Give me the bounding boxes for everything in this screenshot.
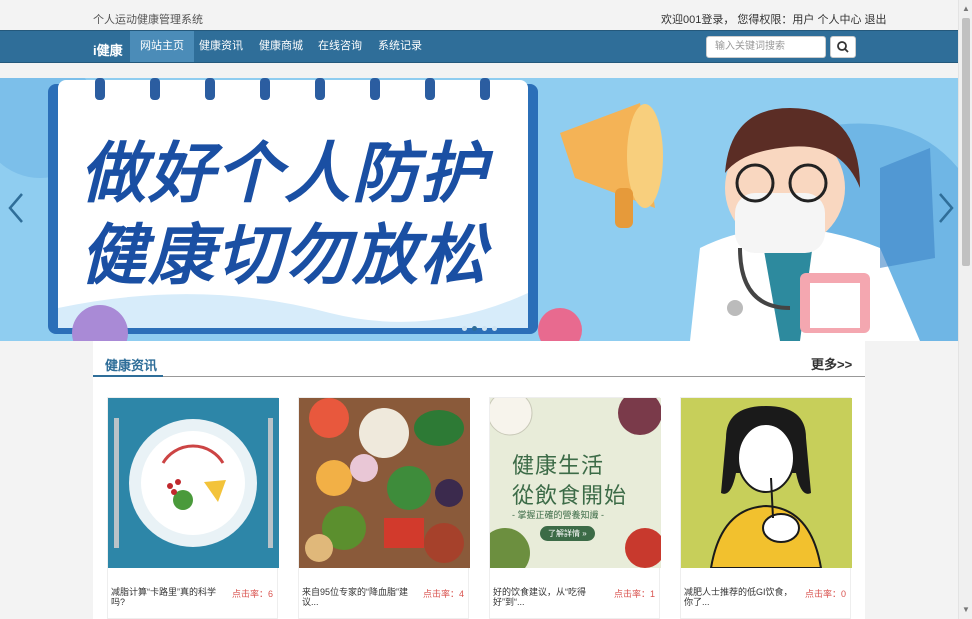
top-strip: 个人运动健康管理系统 欢迎001登录， 您得权限：用户 个人中心 退出 bbox=[0, 0, 958, 30]
role-text: 您得权限：用户 bbox=[737, 14, 815, 26]
news-thumbnail[interactable] bbox=[299, 398, 470, 568]
news-card-title[interactable]: 减肥人士推荐的低GI饮食，你了... bbox=[684, 587, 794, 607]
nav-health-mall[interactable]: 健康商城 bbox=[249, 31, 313, 62]
brand-logo[interactable]: i健康 bbox=[93, 40, 123, 59]
search-icon bbox=[837, 41, 849, 53]
health-news-panel: 健康资讯 更多>> 减脂计算“卡路里”真的科学吗? 点击率：6 来自95位专家的… bbox=[93, 341, 865, 619]
search-button[interactable] bbox=[830, 36, 856, 58]
news-thumbnail[interactable] bbox=[108, 398, 279, 568]
scroll-down-icon[interactable]: ▼ bbox=[962, 605, 970, 614]
divider bbox=[93, 376, 865, 377]
site-name: 个人运动健康管理系统 bbox=[93, 14, 203, 26]
user-center-link[interactable]: 个人中心 bbox=[817, 14, 861, 26]
news-card-title[interactable]: 减脂计算“卡路里”真的科学吗? bbox=[111, 587, 221, 607]
nav-health-news[interactable]: 健康资讯 bbox=[189, 31, 253, 62]
carousel-dot-active[interactable] bbox=[472, 326, 477, 331]
page-scrollbar[interactable]: ▲ ▼ bbox=[958, 0, 972, 619]
poster-subtitle: - 掌握正確的營養知識 - bbox=[512, 510, 604, 520]
nav-system-records[interactable]: 系统记录 bbox=[368, 31, 432, 62]
news-card-title[interactable]: 来自95位专家的“降血脂”建议... bbox=[302, 587, 412, 607]
news-thumbnail[interactable] bbox=[681, 398, 852, 568]
section-title: 健康资讯 bbox=[105, 358, 158, 373]
user-info: 欢迎001登录， 您得权限：用户 个人中心 退出 bbox=[661, 11, 887, 27]
carousel-dot[interactable] bbox=[482, 326, 487, 331]
news-thumbnail[interactable]: 健康生活 從飲食開始 - 掌握正確的營養知識 - 了解詳情 » bbox=[490, 398, 661, 568]
banner-text-line2: 健康切勿放松 bbox=[80, 218, 488, 292]
news-card-title[interactable]: 好的饮食建议，从“吃得好”到“... bbox=[493, 587, 603, 607]
poster-button: 了解詳情 » bbox=[540, 526, 595, 541]
woman-eating-image bbox=[681, 398, 852, 568]
click-count: 点击率：1 bbox=[613, 589, 655, 599]
main-navbar: i健康 网站主页 健康资讯 健康商城 在线咨询 系统记录 输入关键词搜索 bbox=[0, 30, 958, 63]
plate-scale-image bbox=[108, 398, 279, 568]
chevron-right-icon[interactable] bbox=[928, 188, 958, 228]
nav-online-consult[interactable]: 在线咨询 bbox=[308, 31, 372, 62]
scrollbar-thumb[interactable] bbox=[962, 18, 970, 266]
poster-heading-2: 從飲食開始 bbox=[512, 484, 628, 509]
nav-home[interactable]: 网站主页 bbox=[130, 31, 194, 62]
carousel-dot[interactable] bbox=[492, 326, 497, 331]
news-card[interactable]: 来自95位专家的“降血脂”建议... 点击率：4 bbox=[298, 397, 470, 619]
news-card[interactable]: 减脂计算“卡路里”真的科学吗? 点击率：6 bbox=[107, 397, 279, 619]
chevron-left-icon[interactable] bbox=[4, 188, 34, 228]
scroll-up-icon[interactable]: ▲ bbox=[962, 4, 970, 13]
foods-image bbox=[299, 398, 470, 568]
news-card[interactable]: 减肥人士推荐的低GI饮食，你了... 点击率：0 bbox=[680, 397, 852, 619]
banner-carousel[interactable]: 做好个人防护 健康切勿放松 bbox=[0, 78, 958, 341]
carousel-dot[interactable] bbox=[462, 326, 467, 331]
click-count: 点击率：6 bbox=[231, 589, 273, 599]
divider-accent bbox=[93, 375, 163, 377]
more-link[interactable]: 更多>> bbox=[811, 354, 852, 373]
welcome-text: 欢迎001登录， bbox=[661, 14, 735, 26]
news-card[interactable]: 健康生活 從飲食開始 - 掌握正確的營養知識 - 了解詳情 » 好的饮食建议，从… bbox=[489, 397, 661, 619]
search-input[interactable]: 输入关键词搜索 bbox=[706, 36, 826, 58]
poster-heading-1: 健康生活 bbox=[512, 454, 605, 479]
logout-link[interactable]: 退出 bbox=[865, 14, 887, 26]
click-count: 点击率：0 bbox=[804, 589, 846, 599]
click-count: 点击率：4 bbox=[422, 589, 464, 599]
